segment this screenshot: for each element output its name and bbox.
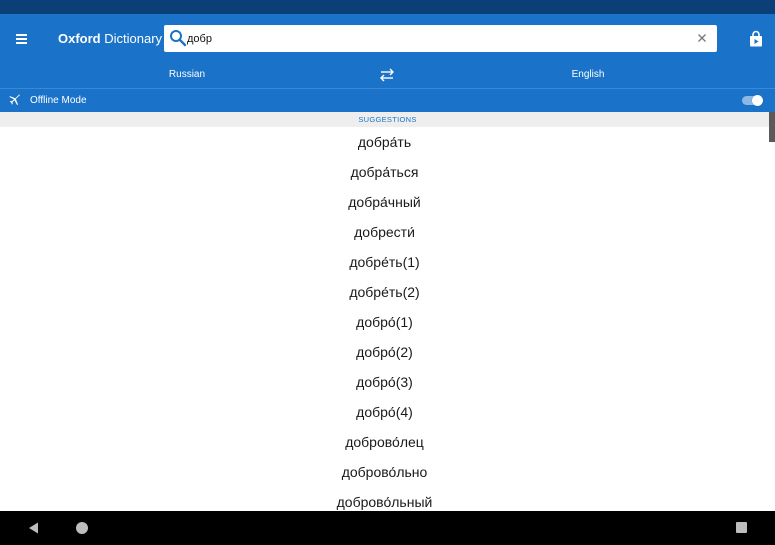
close-icon[interactable] xyxy=(695,31,709,45)
airplane-icon xyxy=(9,94,20,105)
app-title: Oxford Dictionary xyxy=(58,31,162,47)
swap-arrows-icon[interactable] xyxy=(379,68,395,82)
suggestion-item[interactable]: добра́чный xyxy=(0,187,769,217)
offline-mode-toggle[interactable] xyxy=(742,95,764,106)
search-box[interactable] xyxy=(164,25,717,52)
suggestions-header: SUGGESTIONS xyxy=(0,112,775,127)
search-input[interactable] xyxy=(187,29,677,48)
offline-mode-label: Offline Mode xyxy=(30,95,87,106)
suggestions-list: добра́ть добра́ться добра́чный добрести́ доб… xyxy=(0,127,775,511)
app-title-bold: Oxford xyxy=(58,31,101,46)
suggestion-item[interactable]: добро́(3) xyxy=(0,367,769,397)
scrollbar-thumb[interactable] xyxy=(769,112,775,142)
target-language[interactable]: English xyxy=(572,69,605,81)
suggestion-item[interactable]: добро́(4) xyxy=(0,397,769,427)
back-icon[interactable] xyxy=(27,521,41,535)
app-bar: Oxford Dictionary xyxy=(0,14,775,64)
suggestion-item[interactable]: добро́(2) xyxy=(0,337,769,367)
suggestion-item[interactable]: доброво́льно xyxy=(0,457,769,487)
store-bag-icon[interactable] xyxy=(747,30,765,48)
suggestion-item[interactable]: добре́ть(1) xyxy=(0,247,769,277)
suggestion-item[interactable]: добра́ться xyxy=(0,157,769,187)
status-bar xyxy=(0,0,775,14)
home-icon[interactable] xyxy=(76,522,88,534)
suggestion-item[interactable]: доброво́льный xyxy=(0,487,769,511)
source-language[interactable]: Russian xyxy=(169,69,205,81)
menu-icon[interactable] xyxy=(12,31,32,47)
suggestion-item[interactable]: доброво́лец xyxy=(0,427,769,457)
suggestion-item[interactable]: добро́(1) xyxy=(0,307,769,337)
offline-mode-bar: Offline Mode xyxy=(0,88,775,112)
recents-icon[interactable] xyxy=(736,522,747,533)
search-icon xyxy=(170,30,187,47)
suggestion-item[interactable]: добра́ть xyxy=(0,127,769,157)
language-bar: Russian English xyxy=(0,64,775,88)
system-nav-bar xyxy=(0,511,775,545)
toggle-thumb xyxy=(752,95,763,106)
suggestion-item[interactable]: добрести́ xyxy=(0,217,769,247)
app-title-rest: Dictionary xyxy=(100,31,163,46)
suggestion-item[interactable]: добре́ть(2) xyxy=(0,277,769,307)
